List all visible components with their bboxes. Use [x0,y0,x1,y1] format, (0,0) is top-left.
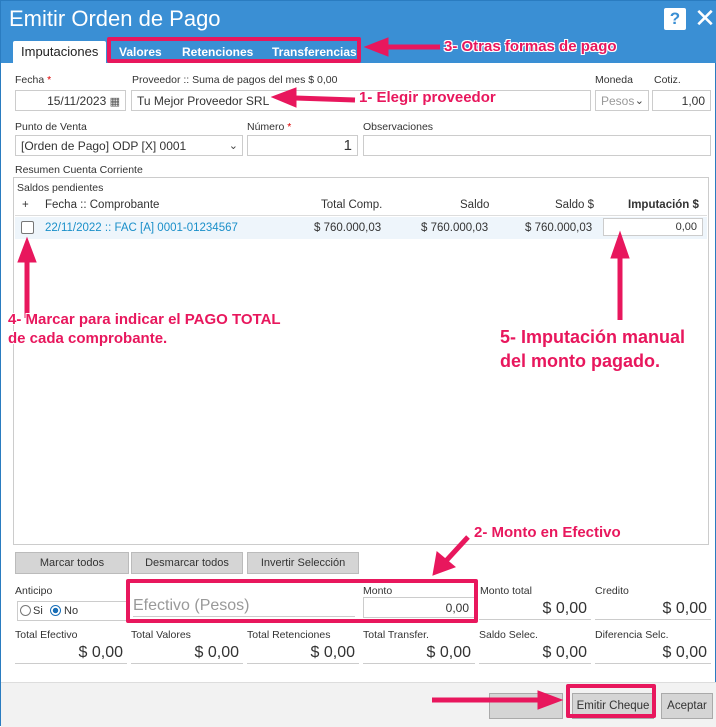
grid-header: + Fecha :: Comprobante Total Comp. Saldo… [15,196,707,216]
table-row[interactable]: 22/11/2022 :: FAC [A] 0001-01234567 $ 76… [15,217,707,239]
column-total[interactable]: Total Comp. [321,199,382,211]
radio-si[interactable] [20,605,31,616]
aceptar-button[interactable]: Aceptar [661,693,713,719]
saldo-selec-label: Saldo Selec. [479,629,538,641]
anticipo-radio-group: Si No [17,601,127,621]
total-efectivo-value: $ 0,00 [15,642,127,664]
total-valores-value: $ 0,00 [131,642,243,664]
monto-total-label: Monto total [480,585,532,597]
total-cell: $ 760.000,03 [314,222,382,234]
dialog-title: Emitir Orden de Pago [9,6,221,31]
close-icon[interactable]: ✕ [694,5,716,31]
radio-si-label: Si [33,605,43,617]
moneda-label: Moneda [595,74,633,86]
help-icon[interactable]: ? [664,8,686,30]
annotation-2: 2- Monto en Efectivo [474,524,621,541]
cotiz-label: Cotiz. [654,74,681,86]
desmarcar-todos-button[interactable]: Desmarcar todos [131,552,243,574]
saldo-pesos-cell: $ 760.000,03 [525,222,593,234]
numero-field[interactable]: 1 [247,135,358,156]
annotation-4-line1: 4- Marcar para indicar el PAGO TOTAL [8,311,281,328]
annotation-box-emitir [566,684,656,718]
saldo-selec-value: $ 0,00 [479,642,591,664]
moneda-select[interactable]: Pesos ⌄ [595,90,649,111]
resumen-title: Resumen Cuenta Corriente [15,164,143,176]
column-saldo-pesos[interactable]: Saldo $ [555,199,594,211]
monto-total-value: $ 0,00 [479,598,591,620]
diferencia-selc-value: $ 0,00 [595,642,711,664]
expand-column-header[interactable]: + [22,199,29,211]
observaciones-field[interactable] [363,135,711,156]
calendar-icon[interactable]: ▦ [110,96,120,108]
moneda-value: Pesos [601,94,635,108]
total-efectivo-label: Total Efectivo [15,629,78,641]
annotation-1: 1- Elegir proveedor [359,89,496,106]
comprobante-link[interactable]: 22/11/2022 :: FAC [A] 0001-01234567 [45,222,238,234]
credito-label: Credito [595,585,629,597]
numero-label: Número * [247,121,292,133]
annotation-4-line2: de cada comprobante. [8,330,168,347]
proveedor-label: Proveedor :: Suma de pagos del mes $ 0,0… [132,74,338,86]
total-retenciones-value: $ 0,00 [247,642,359,664]
diferencia-selc-label: Diferencia Selc. [595,629,669,641]
fecha-field[interactable]: 15/11/2023 ▦ [15,90,126,111]
column-comprobante[interactable]: Fecha :: Comprobante [45,199,159,211]
column-imputacion[interactable]: Imputación $ [628,199,699,211]
total-transfer-label: Total Transfer. [363,629,429,641]
saldos-subtitle: Saldos pendientes [17,182,104,194]
punto-venta-select[interactable]: [Orden de Pago] ODP [X] 0001 ⌄ [15,135,243,156]
total-valores-label: Total Valores [131,629,191,641]
punto-venta-label: Punto de Venta [15,121,87,133]
annotation-box-efectivo [126,579,478,623]
annotation-box-tabs [107,37,361,63]
saldo-cell: $ 760.000,03 [421,222,489,234]
punto-venta-value: [Orden de Pago] ODP [X] 0001 [21,139,187,153]
row-checkbox[interactable] [21,221,34,234]
fecha-label: Fecha * [15,74,52,86]
radio-no[interactable] [50,605,61,616]
imputacion-input[interactable]: 0,00 [603,218,703,236]
tab-imputaciones[interactable]: Imputaciones [13,41,107,63]
chevron-down-icon: ⌄ [634,95,644,107]
radio-no-label: No [64,605,79,617]
fecha-value: 15/11/2023 [47,94,107,108]
chevron-down-icon: ⌄ [228,140,238,152]
annotation-5-line1: 5- Imputación manual [500,327,686,347]
observaciones-label: Observaciones [363,121,434,133]
column-saldo[interactable]: Saldo [460,199,489,211]
annotation-5-line2: del monto pagado. [500,351,660,371]
hidden-button[interactable] [489,693,563,719]
title-bar: Emitir Orden de Pago ? ✕ [1,1,716,37]
invertir-seleccion-button[interactable]: Invertir Selección [247,552,359,574]
anticipo-label: Anticipo [15,585,53,597]
credito-value: $ 0,00 [595,598,711,620]
total-retenciones-label: Total Retenciones [247,629,331,641]
marcar-todos-button[interactable]: Marcar todos [15,552,129,574]
total-transfer-value: $ 0,00 [363,642,475,664]
annotation-3: 3- Otras formas de pago [444,38,617,55]
cotiz-field[interactable]: 1,00 [652,90,711,111]
